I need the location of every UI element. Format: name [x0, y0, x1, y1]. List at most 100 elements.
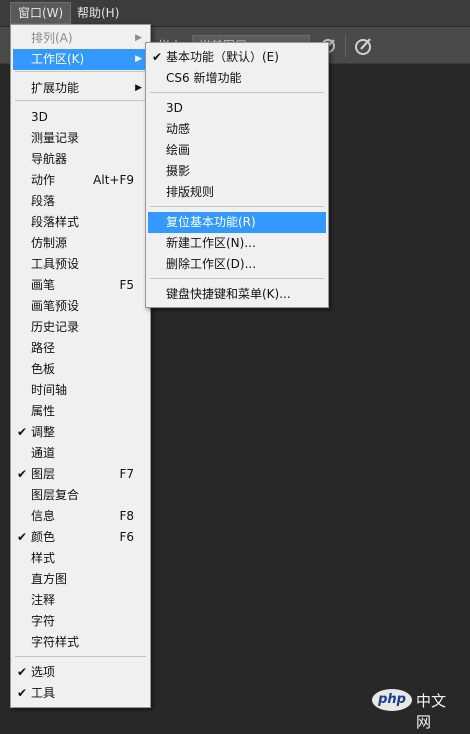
menu-separator — [150, 92, 324, 93]
window-menu-item-25[interactable]: 直方图 — [13, 569, 148, 590]
workspace-menu-item-1[interactable]: CS6 新增功能 — [148, 68, 326, 89]
window-menu-item-label: 段落样式 — [31, 215, 80, 229]
menu-separator — [15, 656, 146, 657]
window-menu: 排列(A) ▶ 工作区(K) ▶ 扩展功能 ▶ 3D 测量记录导航器 动作 Alt+F9 段落段落样… — [10, 24, 151, 708]
checkmark-icon: ✔ — [17, 686, 28, 700]
checkmark-icon: ✔ — [17, 530, 28, 544]
window-menu-item-28[interactable]: 字符样式 — [13, 632, 148, 653]
workspace-menu-item-label: 复位基本功能(R) — [166, 215, 256, 229]
workspace-menu-item-5[interactable]: 摄影 — [148, 161, 326, 182]
workspace-menu-item-label: 排版规则 — [166, 185, 215, 199]
workspace-menu-item-9[interactable]: 删除工作区(D)... — [148, 254, 326, 275]
window-menu-item-7[interactable]: 段落 — [13, 191, 148, 212]
window-menu-item-label: 3D — [31, 110, 48, 124]
checkmark-icon: ✔ — [152, 50, 163, 64]
workspace-menu-item-label: 删除工作区(D)... — [166, 257, 257, 271]
window-menu-item-label: 时间轴 — [31, 383, 68, 397]
window-menu-item-label: 工作区(K) — [31, 52, 85, 66]
window-menu-item-22[interactable]: 信息 F8 — [13, 506, 148, 527]
window-menu-item-5[interactable]: 导航器 — [13, 149, 148, 170]
window-menu-item-17[interactable]: 属性 — [13, 401, 148, 422]
window-menu-item-10[interactable]: 工具预设 — [13, 254, 148, 275]
window-menu-item-label: 字符样式 — [31, 635, 80, 649]
window-menu-item-label: 历史记录 — [31, 320, 80, 334]
window-menu-item-30[interactable]: ✔ 工具 — [13, 683, 148, 704]
shortcut-label: F6 — [119, 530, 134, 544]
workspace-menu-item-10[interactable]: 键盘快捷键和菜单(K)... — [148, 284, 326, 305]
window-menu-item-label: 工具 — [31, 686, 56, 700]
workspace-submenu: ✔ 基本功能（默认）(E) CS6 新增功能 3D 动感绘画摄影排版规则复位基本功能(R… — [145, 42, 329, 308]
submenu-arrow-icon: ▶ — [135, 54, 142, 64]
window-menu-item-27[interactable]: 字符 — [13, 611, 148, 632]
window-menu-item-label: 画笔预设 — [31, 299, 80, 313]
window-menu-item-6[interactable]: 动作 Alt+F9 — [13, 170, 148, 191]
window-menu-item-20[interactable]: ✔ 图层 F7 — [13, 464, 148, 485]
window-menu-item-8[interactable]: 段落样式 — [13, 212, 148, 233]
window-menu-item-label: 图层 — [31, 467, 56, 481]
window-menu-item-label: 扩展功能 — [31, 81, 80, 95]
window-menu-item-label: 字符 — [31, 614, 56, 628]
workspace-menu-item-label: 键盘快捷键和菜单(K)... — [166, 287, 291, 301]
window-menu-item-2[interactable]: 扩展功能 ▶ — [13, 78, 148, 99]
workspace-menu-item-label: CS6 新增功能 — [166, 71, 242, 85]
window-menu-item-14[interactable]: 路径 — [13, 338, 148, 359]
shortcut-label: F5 — [119, 278, 134, 292]
shortcut-label: F8 — [119, 509, 134, 523]
workspace-menu-item-3[interactable]: 动感 — [148, 119, 326, 140]
window-menu-item-1[interactable]: 工作区(K) ▶ — [13, 49, 148, 70]
php-watermark: php 中文网 — [372, 688, 458, 731]
window-menu-item-label: 段落 — [31, 194, 56, 208]
window-menu-item-3[interactable]: 3D — [13, 107, 148, 128]
workspace-menu-item-label: 动感 — [166, 122, 191, 136]
window-menu-item-23[interactable]: ✔ 颜色 F6 — [13, 527, 148, 548]
window-menu-item-29[interactable]: ✔ 选项 — [13, 662, 148, 683]
workspace-menu-item-label: 基本功能（默认）(E) — [166, 50, 279, 64]
window-menu-item-19[interactable]: 通道 — [13, 443, 148, 464]
php-logo: php — [372, 689, 412, 711]
window-menu-item-label: 注释 — [31, 593, 56, 607]
window-menu-item-label: 选项 — [31, 665, 56, 679]
window-menu-item-11[interactable]: 画笔 F5 — [13, 275, 148, 296]
menu-separator — [150, 206, 324, 207]
window-menu-item-label: 图层复合 — [31, 488, 80, 502]
window-menu-item-label: 色板 — [31, 362, 56, 376]
workspace-menu-item-label: 摄影 — [166, 164, 191, 178]
window-menu-item-label: 颜色 — [31, 530, 56, 544]
window-menu-item-label: 属性 — [31, 404, 56, 418]
window-menu-item-18[interactable]: ✔ 调整 — [13, 422, 148, 443]
window-menu-item-4[interactable]: 测量记录 — [13, 128, 148, 149]
submenu-arrow-icon: ▶ — [135, 33, 142, 43]
workspace-menu-item-label: 绘画 — [166, 143, 191, 157]
checkmark-icon: ✔ — [17, 665, 28, 679]
submenu-arrow-icon: ▶ — [135, 83, 142, 93]
window-menu-item-label: 测量记录 — [31, 131, 80, 145]
window-menu-item-label: 调整 — [31, 425, 56, 439]
workspace-menu-item-7[interactable]: 复位基本功能(R) — [148, 212, 326, 233]
shortcut-label: Alt+F9 — [93, 173, 134, 187]
window-menu-item-0: 排列(A) ▶ — [13, 28, 148, 49]
window-menu-item-15[interactable]: 色板 — [13, 359, 148, 380]
workspace-menu-item-8[interactable]: 新建工作区(N)... — [148, 233, 326, 254]
window-menu-item-26[interactable]: 注释 — [13, 590, 148, 611]
sample-brush-icon[interactable] — [352, 35, 374, 57]
workspace-menu-item-6[interactable]: 排版规则 — [148, 182, 326, 203]
options-divider — [345, 35, 346, 57]
window-menu-item-label: 排列(A) — [31, 31, 73, 45]
window-menu-item-label: 信息 — [31, 509, 56, 523]
window-menu-item-12[interactable]: 画笔预设 — [13, 296, 148, 317]
menu-help[interactable]: 帮助(H) — [70, 3, 126, 23]
menu-window[interactable]: 窗口(W) — [10, 2, 72, 24]
workspace-menu-item-2[interactable]: 3D — [148, 98, 326, 119]
checkmark-icon: ✔ — [17, 467, 28, 481]
window-menu-item-24[interactable]: 样式 — [13, 548, 148, 569]
workspace-menu-item-0[interactable]: ✔ 基本功能（默认）(E) — [148, 47, 326, 68]
workspace-menu-item-4[interactable]: 绘画 — [148, 140, 326, 161]
window-menu-item-13[interactable]: 历史记录 — [13, 317, 148, 338]
window-menu-item-9[interactable]: 仿制源 — [13, 233, 148, 254]
window-menu-item-16[interactable]: 时间轴 — [13, 380, 148, 401]
workspace-menu-item-label: 新建工作区(N)... — [166, 236, 256, 250]
checkmark-icon: ✔ — [17, 425, 28, 439]
window-menu-item-21[interactable]: 图层复合 — [13, 485, 148, 506]
watermark-site-text: 中文网 — [416, 692, 447, 731]
workspace-menu-item-label: 3D — [166, 101, 183, 115]
